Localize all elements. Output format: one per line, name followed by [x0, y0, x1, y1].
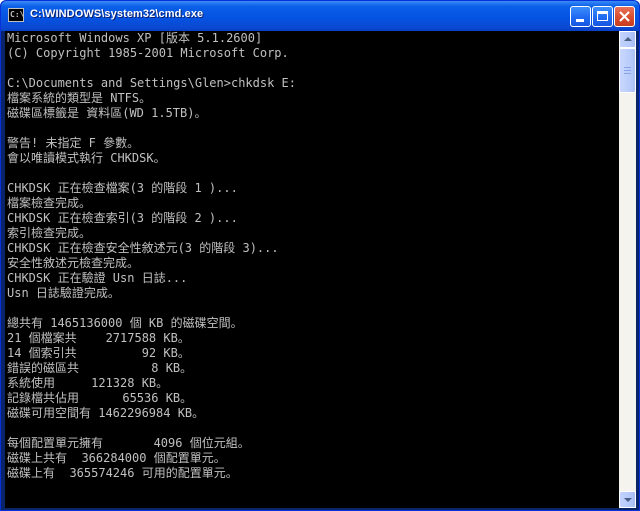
- maximize-button[interactable]: [592, 6, 613, 27]
- console-line: CHKDSK 正在檢查安全性敘述元(3 的階段 3)...: [7, 241, 279, 255]
- scroll-down-button[interactable]: [619, 491, 636, 508]
- console-line: 磁碟區標籤是 資料區(WD 1.5TB)。: [7, 106, 207, 120]
- console-line: 會以唯讀模式執行 CHKDSK。: [7, 151, 166, 165]
- console-line: Microsoft Windows XP [版本 5.1.2600]: [7, 31, 263, 45]
- close-button[interactable]: [614, 6, 635, 27]
- console-line: 檔案系統的類型是 NTFS。: [7, 91, 152, 105]
- console-line: (C) Copyright 1985-2001 Microsoft Corp.: [7, 46, 289, 60]
- console-line: 錯誤的磁區共 8 KB。: [7, 361, 193, 375]
- minimize-button[interactable]: [570, 6, 591, 27]
- console-line: 警告! 未指定 F 參數。: [7, 136, 140, 150]
- window-title: C:\WINDOWS\system32\cmd.exe: [30, 8, 204, 20]
- grip-line: [624, 73, 631, 74]
- console-line: 21 個檔案共 2717588 KB。: [7, 331, 190, 345]
- maximize-icon: [597, 11, 608, 21]
- minimize-icon: [576, 19, 584, 22]
- cmd-window: C:\ C:\WINDOWS\system32\cmd.exe Microsof…: [0, 0, 640, 511]
- console-line: 磁碟上共有 366284000 個配置單元。: [7, 451, 226, 465]
- console-line: C:\Documents and Settings\Glen>chkdsk E:: [7, 76, 296, 90]
- console-line: 索引檢查完成。: [7, 226, 92, 240]
- console-line: CHKDSK 正在檢查檔案(3 的階段 1 )...: [7, 181, 238, 195]
- console-line: 14 個索引共 92 KB。: [7, 346, 190, 360]
- close-icon: [619, 11, 630, 22]
- arrow-down-icon: [624, 498, 632, 502]
- arrow-up-icon: [624, 37, 632, 41]
- grip-line: [624, 67, 631, 68]
- cmd-icon[interactable]: C:\: [8, 8, 24, 22]
- console-text[interactable]: Microsoft Windows XP [版本 5.1.2600] (C) Co…: [5, 31, 619, 481]
- console-output[interactable]: Microsoft Windows XP [版本 5.1.2600] (C) Co…: [5, 31, 619, 508]
- console-line: CHKDSK 正在驗證 Usn 日誌...: [7, 271, 188, 285]
- scroll-thumb[interactable]: [619, 48, 636, 93]
- console-line: 記錄檔共佔用 65536 KB。: [7, 391, 193, 405]
- console-line: 系統使用 121328 KB。: [7, 376, 169, 390]
- console-line: 每個配置單元擁有 4096 個位元組。: [7, 436, 250, 450]
- vertical-scrollbar[interactable]: [619, 31, 636, 508]
- scroll-up-button[interactable]: [619, 31, 636, 48]
- grip-line: [624, 70, 631, 71]
- title-bar[interactable]: C:\ C:\WINDOWS\system32\cmd.exe: [1, 1, 639, 31]
- console-line: 安全性敘述元檢查完成。: [7, 256, 140, 270]
- console-line: 磁碟可用空間有 1462296984 KB。: [7, 406, 205, 420]
- console-line: CHKDSK 正在檢查索引(3 的階段 2 )...: [7, 211, 238, 225]
- console-line: 總共有 1465136000 個 KB 的磁碟空間。: [7, 316, 243, 330]
- console-line: 磁碟上有 365574246 可用的配置單元。: [7, 466, 238, 480]
- console-line: Usn 日誌驗證完成。: [7, 286, 120, 300]
- console-line: 檔案檢查完成。: [7, 196, 92, 210]
